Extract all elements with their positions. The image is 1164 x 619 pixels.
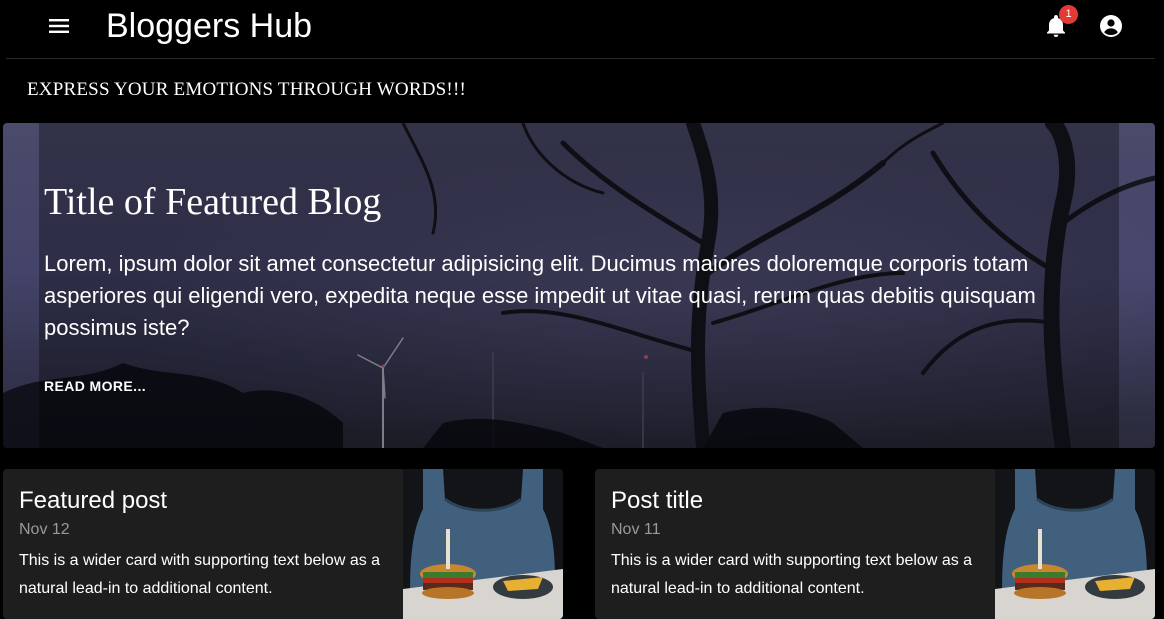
app-title: Bloggers Hub bbox=[106, 7, 313, 45]
app-bar: Bloggers Hub 1 bbox=[0, 0, 1164, 58]
notification-badge: 1 bbox=[1059, 5, 1078, 24]
featured-blog-title: Title of Featured Blog bbox=[44, 181, 382, 223]
account-button[interactable] bbox=[1095, 10, 1127, 42]
menu-icon bbox=[49, 19, 69, 33]
tagline: EXPRESS YOUR EMOTIONS THROUGH WORDS!!! bbox=[27, 79, 466, 100]
menu-button[interactable] bbox=[44, 11, 74, 41]
post-title: Post title bbox=[611, 487, 704, 514]
post-date: Nov 12 bbox=[19, 521, 70, 538]
post-title: Featured post bbox=[19, 487, 168, 514]
post-card-featured[interactable]: Featured post Nov 12 This is a wider car… bbox=[3, 469, 563, 619]
post-summary: This is a wider card with supporting tex… bbox=[611, 552, 973, 597]
post-image bbox=[403, 469, 563, 619]
featured-blog-summary: Lorem, ipsum dolor sit amet consectetur … bbox=[44, 251, 1036, 340]
post-summary: This is a wider card with supporting tex… bbox=[19, 552, 381, 597]
post-image bbox=[995, 469, 1155, 619]
read-more-link[interactable]: READ MORE... bbox=[44, 378, 146, 394]
account-circle-icon bbox=[1100, 15, 1122, 37]
post-date: Nov 11 bbox=[611, 521, 661, 538]
featured-blog-banner: Title of Featured Blog Lorem, ipsum dolo… bbox=[3, 123, 1155, 448]
post-card[interactable]: Post title Nov 11 This is a wider card w… bbox=[595, 469, 1155, 619]
appbar-divider bbox=[6, 58, 1155, 59]
